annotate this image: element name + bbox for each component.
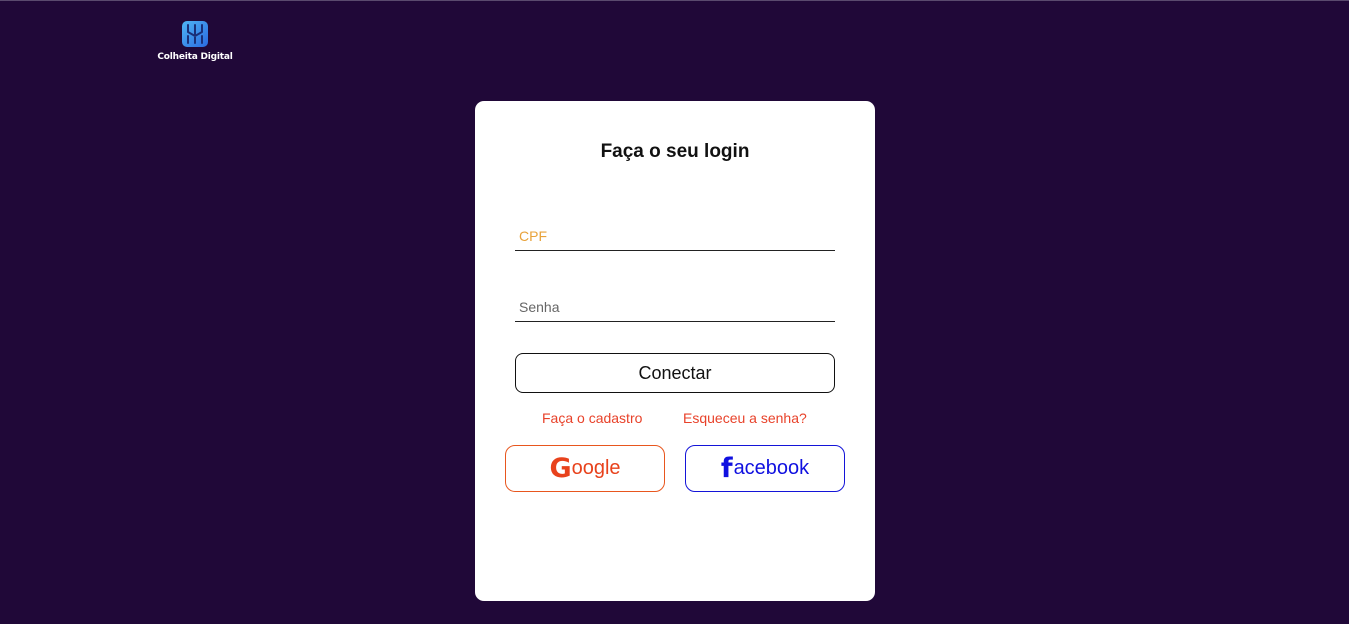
forgot-password-link[interactable]: Esqueceu a senha? <box>683 410 807 426</box>
page-title: Faça o seu login <box>600 141 750 162</box>
facebook-icon: f <box>720 453 733 484</box>
brand-name: Colheita Digital <box>157 52 233 62</box>
colheita-digital-logo-icon <box>182 21 208 47</box>
login-card: Faça o seu login Conectar Faça o cadastr… <box>475 101 875 601</box>
brand-logo-block[interactable]: Colheita Digital <box>157 21 233 62</box>
google-login-button[interactable]: Google <box>505 445 665 492</box>
connect-button[interactable]: Conectar <box>515 353 835 393</box>
password-input[interactable] <box>515 292 835 322</box>
signup-link[interactable]: Faça o cadastro <box>542 410 642 426</box>
google-button-label: oogle <box>571 457 621 479</box>
facebook-button-label: acebook <box>733 457 810 479</box>
facebook-login-button[interactable]: f acebook <box>685 445 845 492</box>
cpf-input[interactable] <box>515 221 835 251</box>
google-icon: G <box>549 453 572 484</box>
